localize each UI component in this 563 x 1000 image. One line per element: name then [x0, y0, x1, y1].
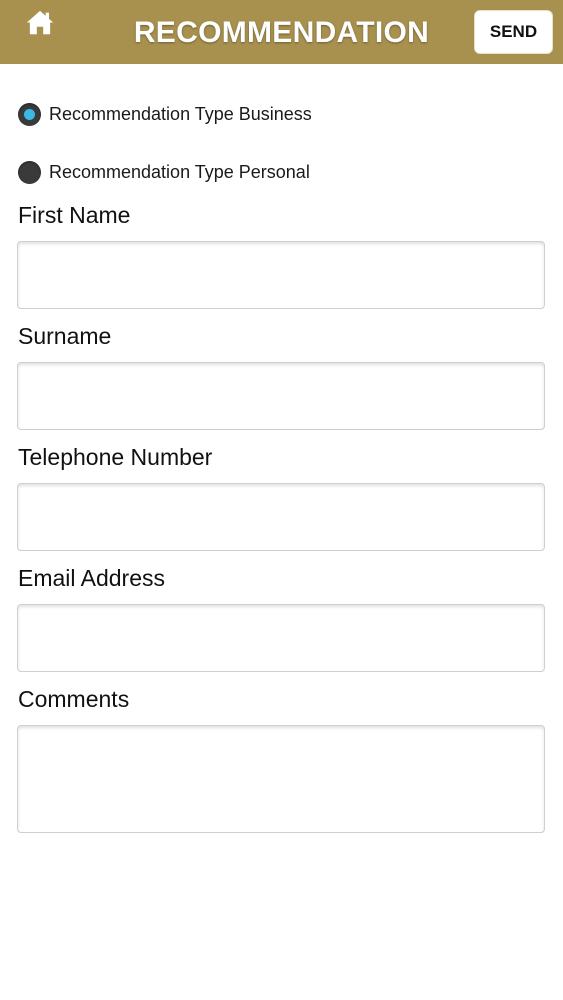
- comments-label: Comments: [18, 686, 130, 712]
- radio-personal[interactable]: Recommendation Type Personal: [18, 159, 310, 185]
- email-input[interactable]: [17, 604, 545, 672]
- first-name-label: First Name: [18, 202, 131, 228]
- telephone-label: Telephone Number: [18, 444, 213, 470]
- app-header: RECOMMENDATION SEND: [0, 0, 563, 64]
- comments-textarea[interactable]: [17, 725, 545, 833]
- radio-checked-icon[interactable]: [18, 102, 41, 126]
- radio-business[interactable]: Recommendation Type Business: [18, 101, 312, 127]
- radio-personal-label: Recommendation Type Personal: [49, 161, 310, 182]
- first-name-input[interactable]: [17, 241, 545, 309]
- telephone-input[interactable]: [17, 483, 545, 551]
- surname-input[interactable]: [17, 362, 545, 430]
- home-icon: [26, 10, 54, 35]
- surname-label: Surname: [18, 323, 112, 349]
- send-button[interactable]: SEND: [474, 10, 553, 54]
- email-label: Email Address: [18, 565, 166, 591]
- radio-business-label: Recommendation Type Business: [49, 103, 312, 124]
- radio-unchecked-icon[interactable]: [18, 160, 41, 184]
- home-button[interactable]: [18, 8, 62, 48]
